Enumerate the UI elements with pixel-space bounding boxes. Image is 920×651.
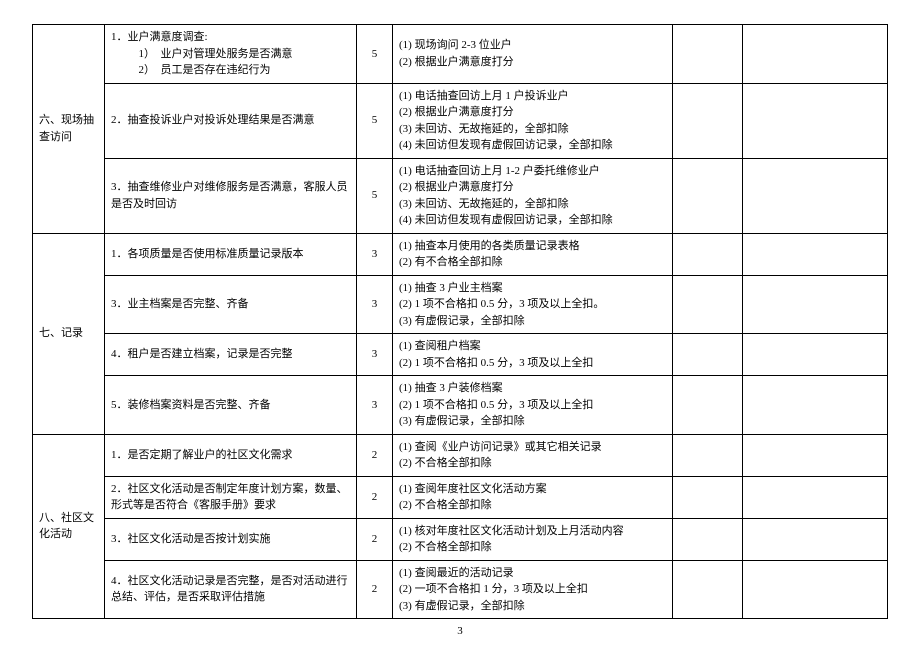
score-cell: 2 [357,560,393,619]
item-main: 1．业户满意度调查: [111,31,208,43]
item-main: 1．是否定期了解业户的社区文化需求 [111,449,293,461]
score-cell: 3 [357,376,393,435]
score-cell: 2 [357,518,393,560]
item-main: 4．租户是否建立档案，记录是否完整 [111,348,293,360]
criteria-cell: (1) 电话抽查回访上月 1-2 户委托维修业户 (2) 根据业户满意度打分 (… [393,158,673,233]
item-main: 3．抽查维修业户对维修服务是否满意，客服人员是否及时回访 [111,181,348,210]
item-main: 4．社区文化活动记录是否完整，是否对活动进行总结、评估，是否采取评估措施 [111,575,348,604]
item-main: 5．装修档案资料是否完整、齐备 [111,399,271,411]
blank-cell [673,518,743,560]
item-cell: 3．抽查维修业户对维修服务是否满意，客服人员是否及时回访 [105,158,357,233]
item-main: 2．抽查投诉业户对投诉处理结果是否满意 [111,114,315,126]
item-cell: 3．业主档案是否完整、齐备 [105,275,357,334]
blank-cell [743,25,888,84]
item-cell: 1．各项质量是否使用标准质量记录版本 [105,233,357,275]
table-row: 2．抽查投诉业户对投诉处理结果是否满意 5(1) 电话抽查回访上月 1 户投诉业户… [33,83,888,158]
item-cell: 1．是否定期了解业户的社区文化需求 [105,434,357,476]
table-row: 七、记录1．各项质量是否使用标准质量记录版本3(1) 抽查本月使用的各类质量记录… [33,233,888,275]
blank-cell [673,25,743,84]
item-cell: 4．社区文化活动记录是否完整，是否对活动进行总结、评估，是否采取评估措施 [105,560,357,619]
item-cell: 5．装修档案资料是否完整、齐备 [105,376,357,435]
category-cell: 八、社区文化活动 [33,434,105,619]
item-main: 3．社区文化活动是否按计划实施 [111,533,271,545]
table-row: 八、社区文化活动1．是否定期了解业户的社区文化需求2(1) 查阅《业户访问记录》… [33,434,888,476]
blank-cell [743,275,888,334]
category-cell: 六、现场抽查访问 [33,25,105,234]
item-main: 1．各项质量是否使用标准质量记录版本 [111,248,304,260]
blank-cell [673,560,743,619]
criteria-cell: (1) 查阅年度社区文化活动方案 (2) 不合格全部扣除 [393,476,673,518]
page-number: 3 [32,625,888,637]
score-cell: 5 [357,25,393,84]
table-row: 六、现场抽查访问1．业户满意度调查:1） 业户对管理处服务是否满意2） 员工是否… [33,25,888,84]
criteria-cell: (1) 电话抽查回访上月 1 户投诉业户 (2) 根据业户满意度打分 (3) 未… [393,83,673,158]
blank-cell [743,83,888,158]
score-cell: 5 [357,158,393,233]
table-row: 4．社区文化活动记录是否完整，是否对活动进行总结、评估，是否采取评估措施 2(1)… [33,560,888,619]
score-cell: 3 [357,334,393,376]
criteria-cell: (1) 现场询问 2-3 位业户 (2) 根据业户满意度打分 [393,25,673,84]
blank-cell [743,434,888,476]
item-cell: 1．业户满意度调查: 1） 业户对管理处服务是否满意2） 员工是否存在违纪行为 [105,25,357,84]
item-main: 3．业主档案是否完整、齐备 [111,298,249,310]
blank-cell [673,476,743,518]
criteria-cell: (1) 查阅最近的活动记录 (2) 一项不合格扣 1 分，3 项及以上全扣 (3… [393,560,673,619]
item-main: 2．社区文化活动是否制定年度计划方案，数量、形式等是否符合《客服手册》要求 [111,483,348,512]
blank-cell [743,476,888,518]
item-cell: 2．社区文化活动是否制定年度计划方案，数量、形式等是否符合《客服手册》要求 [105,476,357,518]
score-cell: 5 [357,83,393,158]
item-sub: 2） 员工是否存在违纪行为 [111,62,350,79]
criteria-cell: (1) 查阅租户档案 (2) 1 项不合格扣 0.5 分，3 项及以上全扣 [393,334,673,376]
blank-cell [743,560,888,619]
criteria-cell: (1) 抽查本月使用的各类质量记录表格 (2) 有不合格全部扣除 [393,233,673,275]
criteria-cell: (1) 查阅《业户访问记录》或其它相关记录 (2) 不合格全部扣除 [393,434,673,476]
table-row: 3．抽查维修业户对维修服务是否满意，客服人员是否及时回访 5(1) 电话抽查回访上… [33,158,888,233]
blank-cell [743,334,888,376]
item-cell: 4．租户是否建立档案，记录是否完整 [105,334,357,376]
item-cell: 3．社区文化活动是否按计划实施 [105,518,357,560]
score-cell: 2 [357,434,393,476]
evaluation-table: 六、现场抽查访问 1．业户满意度调查: 1） 业户对管理处服务是否满意2） 员工是否… [32,24,888,619]
table-row: 4．租户是否建立档案，记录是否完整 3(1) 查阅租户档案 (2) 1 项不合格扣… [33,334,888,376]
category-cell: 七、记录 [33,233,105,434]
blank-cell [743,158,888,233]
blank-cell [673,158,743,233]
score-cell: 3 [357,233,393,275]
blank-cell [673,233,743,275]
blank-cell [673,334,743,376]
blank-cell [673,434,743,476]
criteria-cell: (1) 抽查 3 户业主档案 (2) 1 项不合格扣 0.5 分，3 项及以上全… [393,275,673,334]
blank-cell [673,376,743,435]
item-sub: 1） 业户对管理处服务是否满意 [111,46,350,63]
blank-cell [743,518,888,560]
criteria-cell: (1) 核对年度社区文化活动计划及上月活动内容 (2) 不合格全部扣除 [393,518,673,560]
criteria-cell: (1) 抽查 3 户装修档案 (2) 1 项不合格扣 0.5 分，3 项及以上全… [393,376,673,435]
table-row: 3．社区文化活动是否按计划实施 2(1) 核对年度社区文化活动计划及上月活动内容 … [33,518,888,560]
blank-cell [743,233,888,275]
score-cell: 3 [357,275,393,334]
blank-cell [673,83,743,158]
table-row: 5．装修档案资料是否完整、齐备 3(1) 抽查 3 户装修档案 (2) 1 项不合… [33,376,888,435]
table-row: 2．社区文化活动是否制定年度计划方案，数量、形式等是否符合《客服手册》要求 2(1… [33,476,888,518]
item-cell: 2．抽查投诉业户对投诉处理结果是否满意 [105,83,357,158]
table-row: 3．业主档案是否完整、齐备 3(1) 抽查 3 户业主档案 (2) 1 项不合格扣… [33,275,888,334]
blank-cell [673,275,743,334]
blank-cell [743,376,888,435]
score-cell: 2 [357,476,393,518]
